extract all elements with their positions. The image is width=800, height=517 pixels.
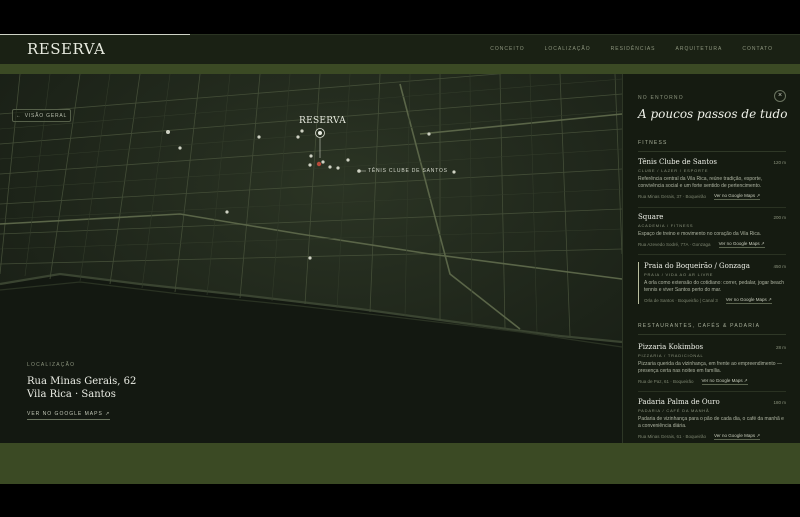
map-poi-dot [328, 165, 332, 169]
divider [638, 391, 786, 392]
arrow-left-icon: ← [15, 112, 22, 119]
panel-title: A poucos passos de tudo [638, 107, 788, 121]
item-address: Rua Azevedo Sodré, 77A · Gonzaga [638, 242, 711, 247]
nav-contato[interactable]: CONTATO [742, 46, 773, 52]
list-item[interactable]: Tênis Clube de Santos 120 m CLUBE / LAZE… [638, 158, 786, 200]
item-category: PIZZARIA / TRADICIONAL [638, 353, 704, 358]
map-reserva-label: RESERVA [299, 116, 347, 126]
item-distance: 120 m [773, 160, 786, 165]
list-item[interactable]: Padaria Palma de Ouro 180 m PADARIA / CA… [638, 398, 786, 440]
nav-residencias[interactable]: RESIDÊNCIAS [611, 46, 656, 52]
item-maps-link[interactable]: Ver no Google Maps ↗ [701, 378, 748, 385]
site-logo[interactable]: RESERVA [27, 40, 105, 58]
item-description: A orla como extensão do cotidiano: corre… [644, 280, 785, 293]
list-item[interactable]: Square 200 m ACADEMIA / FITNESS Espaço d… [638, 213, 786, 248]
item-distance: 180 m [773, 400, 786, 405]
item-address: Orla de Santos · Boqueirão | Canal 3 [644, 298, 718, 303]
map-poi-dot [225, 210, 229, 214]
map-poi-label: TÊNIS CLUBE DE SANTOS [368, 168, 448, 174]
list-item[interactable]: Pizzaria Kokimbos 28 m PIZZARIA / TRADIC… [638, 343, 786, 385]
item-category: ACADEMIA / FITNESS [638, 223, 694, 228]
back-button-label: VISÃO GERAL [24, 112, 68, 119]
map-poi-dot [309, 154, 313, 158]
map-poi-dot [178, 146, 182, 150]
green-band-bottom [0, 443, 800, 484]
map-poi-dot [321, 160, 325, 164]
divider [638, 254, 786, 255]
location-block: LOCALIZAÇÃO Rua Minas Gerais, 62 Vila Ri… [27, 362, 136, 420]
map-poi-dot [452, 170, 456, 174]
nearby-panel: NO ENTORNO × A poucos passos de tudo FIT… [622, 74, 800, 443]
item-name: Square [638, 213, 664, 221]
main-nav: CONCEITO LOCALIZAÇÃO RESIDÊNCIAS ARQUITE… [490, 46, 773, 52]
map-poi-dot [296, 135, 300, 139]
item-maps-link[interactable]: Ver no Google Maps ↗ [725, 297, 772, 304]
location-address: Rua Minas Gerais, 62 Vila Rica · Santos [27, 375, 136, 401]
item-description: Pizzaria querida da vizinhança, em frent… [638, 361, 782, 374]
list-item-active[interactable]: Praia do Boqueirão / Gonzaga 450 m PRAIA… [638, 262, 786, 304]
top-letterbox [0, 0, 800, 34]
section-title-fitness: FITNESS [638, 140, 786, 152]
google-maps-link[interactable]: VER NO GOOGLE MAPS ↗ [27, 411, 111, 420]
address-line-2: Vila Rica · Santos [27, 389, 116, 400]
scroll-progress [0, 34, 190, 35]
map-poi-dot [336, 166, 340, 170]
item-description: Padaria de vizinhança para o pão de cada… [638, 416, 784, 429]
green-band-top [0, 64, 800, 74]
map-poi-dot [308, 163, 312, 167]
map-poi-dot [346, 158, 350, 162]
item-name: Pizzaria Kokimbos [638, 343, 704, 351]
item-distance: 200 m [773, 215, 786, 220]
item-name: Praia do Boqueirão / Gonzaga [644, 262, 750, 270]
item-address: Rua Minas Gerais, 61 · Boqueirão [638, 434, 707, 439]
map-poi-dot [300, 129, 304, 133]
section-title-restaurants: RESTAURANTES, CAFÉS & PADARIA [638, 323, 786, 335]
map-poi-dot [308, 256, 312, 260]
location-kicker: LOCALIZAÇÃO [27, 362, 76, 368]
map-poi-dot [166, 130, 170, 134]
item-name: Padaria Palma de Ouro [638, 398, 720, 406]
bottom-letterbox [0, 484, 800, 517]
close-icon[interactable]: × [774, 90, 786, 102]
item-category: PADARIA / CAFÉ DA MANHÃ [638, 408, 710, 413]
item-category: PRAIA / VIDA AO AR LIVRE [644, 272, 714, 277]
item-maps-link[interactable]: Ver no Google Maps ↗ [714, 433, 761, 440]
map-poi-dot [427, 132, 431, 136]
item-distance: 28 m [775, 345, 786, 350]
item-category: CLUBE / LAZER / ESPORTE [638, 168, 709, 173]
item-name: Tênis Clube de Santos [638, 158, 717, 166]
reserva-marker [318, 131, 322, 135]
divider [638, 207, 786, 208]
panel-kicker: NO ENTORNO [638, 95, 684, 101]
back-to-overview-button[interactable]: ← VISÃO GERAL [12, 109, 71, 122]
item-description: Espaço de treino e movimento no coração … [638, 231, 762, 237]
item-description: Referência central da Vila Rica, reúne t… [638, 176, 763, 189]
nav-conceito[interactable]: CONCEITO [490, 46, 524, 52]
item-address: Rua Minas Gerais, 37 · Boqueirão [638, 194, 707, 199]
selected-poi-marker [316, 161, 322, 167]
item-maps-link[interactable]: Ver no Google Maps ↗ [714, 193, 761, 200]
map-poi-dot [257, 135, 261, 139]
address-line-1: Rua Minas Gerais, 62 [27, 376, 137, 387]
nav-localizacao[interactable]: LOCALIZAÇÃO [545, 46, 591, 52]
item-address: Rua de Paz, 61 · Boqueirão [638, 379, 694, 384]
nav-arquitetura[interactable]: ARQUITETURA [676, 46, 723, 52]
item-distance: 450 m [773, 264, 786, 269]
item-maps-link[interactable]: Ver no Google Maps ↗ [718, 241, 765, 248]
